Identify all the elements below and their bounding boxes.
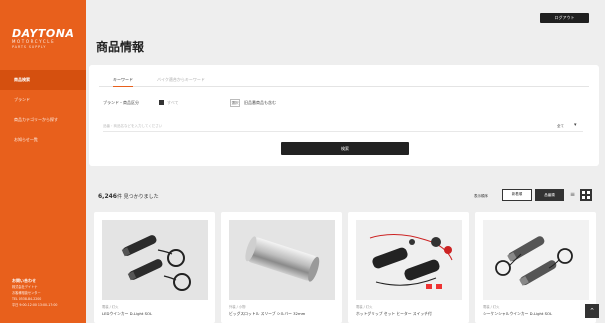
sidebar: DAYTONA MOTORCYCLE PARTS SUPPLY 商品検索 ブラン… — [0, 0, 86, 323]
grid-icon[interactable] — [580, 189, 592, 201]
product-name[interactable]: ホットグリップ セット ヒーター スイッチ付 — [356, 311, 464, 317]
scroll-to-top-button[interactable]: ⌃ — [585, 304, 599, 318]
keyword-input[interactable]: 品番・商品名などを入力してください 全て ▾ — [103, 122, 583, 132]
sidebar-footer: お問い合わせ 株式会社デイトナ お客様相談センター TEL 0538-84-22… — [12, 277, 78, 308]
sort-option-newest[interactable]: 新着順 — [502, 189, 532, 201]
sidebar-footer-line: 平日 9:00-12:00 13:00-17:00 — [12, 303, 58, 307]
sidebar-item-category[interactable]: 商品カテゴリーから探す — [0, 110, 86, 130]
sidebar-item-news[interactable]: お知らせ一覧 — [0, 130, 86, 150]
product-category: 電装 / 灯火 — [483, 305, 500, 309]
filter-checkbox[interactable] — [159, 100, 164, 105]
result-count-number: 6,246 — [98, 193, 117, 200]
filter-label: ブランド・商品区分 — [103, 100, 139, 105]
sort-option-part-number[interactable]: 品番順 — [535, 189, 564, 201]
tab-bike-fitment[interactable]: バイク適合からキーワード — [157, 73, 205, 87]
logo-sub-text-2: PARTS SUPPLY — [12, 45, 47, 49]
product-category: 電装 / 灯火 — [102, 305, 119, 309]
tab-keyword[interactable]: キーワード — [113, 73, 133, 87]
product-card[interactable]: 外装 / 小物 ビッグスロットル スリーブ シルバー 32mm — [221, 212, 342, 323]
search-tabs: キーワード バイク適合からキーワード — [99, 73, 589, 87]
result-count: 6,246件 見つかりました — [98, 193, 159, 200]
filter-option-label: 旧品番商品も含む — [244, 100, 276, 105]
filter-check-box[interactable]: 選択 — [230, 99, 240, 107]
product-image[interactable] — [356, 220, 462, 300]
product-name[interactable]: ビッグスロットル スリーブ シルバー 32mm — [229, 311, 337, 317]
category-select[interactable]: 全て — [557, 124, 564, 129]
search-panel: キーワード バイク適合からキーワード ブランド・商品区分 すべて 選択 旧品番商… — [89, 65, 599, 166]
product-category: 外装 / 小物 — [229, 305, 246, 309]
list-icon[interactable]: ≡ — [570, 192, 576, 198]
product-card[interactable]: 電装 / 灯火 LEDウインカー D-Light SOL — [94, 212, 215, 323]
product-image[interactable] — [229, 220, 335, 300]
chevron-down-icon[interactable]: ▾ — [574, 122, 577, 128]
logo-text: DAYTONA — [12, 27, 75, 40]
filter-checkbox-label: すべて — [167, 100, 179, 105]
product-image[interactable] — [483, 220, 589, 300]
product-image[interactable] — [102, 220, 208, 300]
search-button[interactable]: 検索 — [281, 142, 409, 155]
product-category: 電装 / 灯火 — [356, 305, 373, 309]
sidebar-item-brand[interactable]: ブランド — [0, 90, 86, 110]
keyword-input-placeholder: 品番・商品名などを入力してください — [103, 124, 163, 128]
sidebar-footer-title: お問い合わせ — [12, 278, 36, 283]
product-card[interactable]: 電装 / 灯火 シーケンシャルウインカー D-Light SOL — [475, 212, 596, 323]
sidebar-item-product-search[interactable]: 商品検索 — [0, 70, 86, 90]
app-root: DAYTONA MOTORCYCLE PARTS SUPPLY 商品検索 ブラン… — [0, 0, 605, 323]
product-name[interactable]: LEDウインカー D-Light SOL — [102, 311, 210, 317]
product-card[interactable]: 電装 / 灯火 ホットグリップ セット ヒーター スイッチ付 — [348, 212, 469, 323]
sort-label: 表示順序 — [474, 194, 488, 198]
brand-logo[interactable]: DAYTONA MOTORCYCLE PARTS SUPPLY — [12, 28, 76, 50]
sidebar-nav: 商品検索 ブランド 商品カテゴリーから探す お知らせ一覧 — [0, 70, 86, 150]
page-title: 商品情報 — [96, 40, 145, 54]
result-count-suffix: 件 見つかりました — [116, 194, 159, 200]
logout-button[interactable]: ログアウト — [540, 13, 589, 23]
product-name[interactable]: シーケンシャルウインカー D-Light SOL — [483, 311, 591, 317]
